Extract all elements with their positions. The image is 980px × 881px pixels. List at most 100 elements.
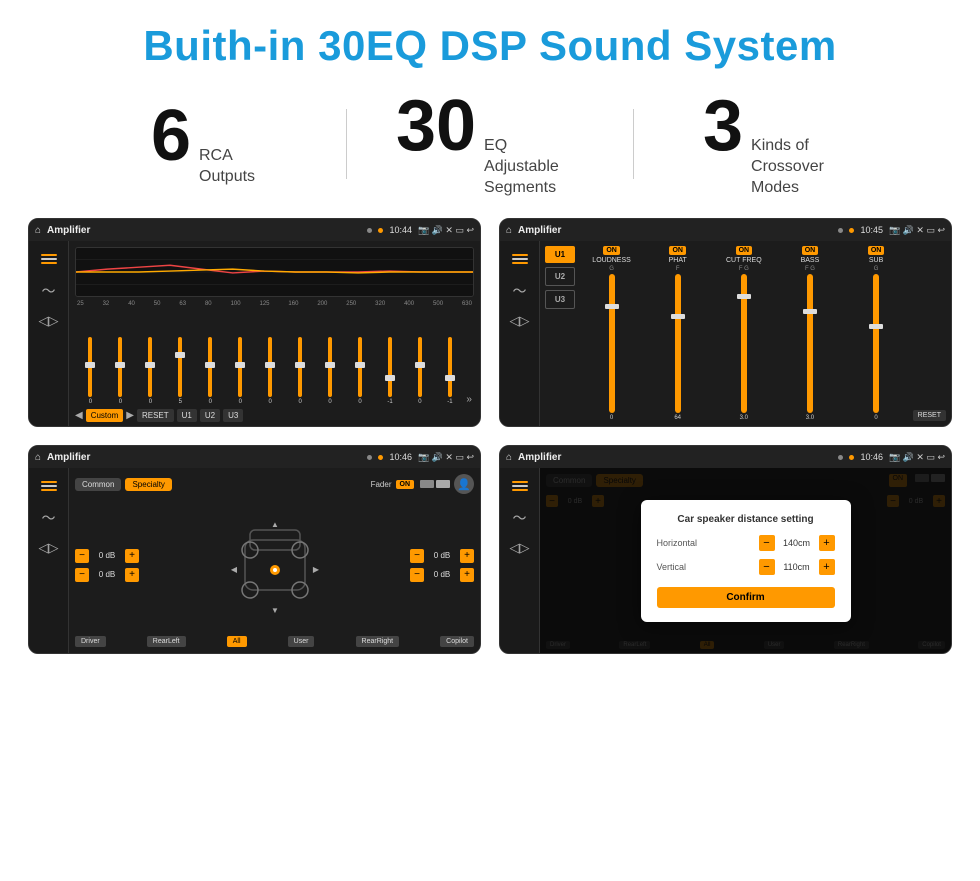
cross-preset-u2[interactable]: U2 <box>545 267 575 286</box>
fader-minus-3[interactable]: − <box>410 549 424 563</box>
cross-name-cutfreq: CUT FREQ <box>726 257 762 264</box>
cross-on-phat[interactable]: ON <box>669 246 686 255</box>
stat-crossover-number: 3 <box>703 90 743 162</box>
svg-text:◀: ◀ <box>230 565 237 574</box>
eq-slider-10[interactable]: -1 <box>377 337 404 405</box>
fader-tab-common[interactable]: Common <box>75 478 121 491</box>
fader-wave-icon[interactable]: 〜 <box>42 508 56 528</box>
dist-topbar-time: 10:46 <box>860 452 883 462</box>
cross-on-bass[interactable]: ON <box>802 246 819 255</box>
eq-tune-icon[interactable] <box>37 249 61 269</box>
cross-on-cutfreq[interactable]: ON <box>736 246 753 255</box>
fader-tab-specialty[interactable]: Specialty <box>125 478 171 491</box>
eq-more-icon[interactable]: » <box>466 394 472 405</box>
dist-home-icon[interactable]: ⌂ <box>506 452 512 463</box>
car-diagram: ▲ ▼ ◀ ▶ <box>230 515 320 615</box>
fader-db-row-4: − 0 dB + <box>410 568 474 582</box>
cross-preset-u1[interactable]: U1 <box>545 246 575 263</box>
fader-speaker-icon[interactable]: ◁▷ <box>39 540 59 556</box>
fader-minus-2[interactable]: − <box>75 568 89 582</box>
fader-rearright-btn[interactable]: RearRight <box>356 636 400 647</box>
cross-slider-cutfreq[interactable] <box>741 274 747 413</box>
eq-slider-0[interactable]: 0 <box>77 337 104 405</box>
dialog-vertical-minus[interactable]: − <box>759 559 775 575</box>
fader-minus-4[interactable]: − <box>410 568 424 582</box>
fader-plus-3[interactable]: + <box>460 549 474 563</box>
eq-screen-panel: ⌂ Amplifier 10:44 📷 🔊 ✕ ▭ ↩ 〜 ◁▷ <box>28 218 481 427</box>
eq-prev-icon[interactable]: ◀ <box>75 410 83 421</box>
cross-slider-phat[interactable] <box>675 274 681 413</box>
cross-slider-loudness[interactable] <box>609 274 615 413</box>
fader-left-controls: − 0 dB + − 0 dB + <box>75 498 139 632</box>
dist-wave-icon[interactable]: 〜 <box>513 508 527 528</box>
svg-text:▶: ▶ <box>312 565 319 574</box>
cross-topbar-time: 10:45 <box>860 225 883 235</box>
fader-tune-icon[interactable] <box>37 476 61 496</box>
eq-slider-5[interactable]: 0 <box>227 337 254 405</box>
fader-plus-2[interactable]: + <box>125 568 139 582</box>
cross-slider-bass[interactable] <box>807 274 813 413</box>
eq-slider-6[interactable]: 0 <box>257 337 284 405</box>
cross-on-sub[interactable]: ON <box>868 246 885 255</box>
fader-driver-btn[interactable]: Driver <box>75 636 106 647</box>
cross-tune-icon[interactable] <box>508 249 532 269</box>
fader-rearleft-btn[interactable]: RearLeft <box>147 636 186 647</box>
fader-all-btn[interactable]: All <box>227 636 247 647</box>
cross-screen-content: 〜 ◁▷ U1 U2 U3 ON LOUDNESS <box>500 241 951 426</box>
cross-ch-sub: ON SUB G 0 <box>845 246 908 421</box>
dialog-horizontal-minus[interactable]: − <box>759 535 775 551</box>
fader-on-badge[interactable]: ON <box>396 480 415 489</box>
crossover-screen-panel: ⌂ Amplifier 10:45 📷 🔊 ✕ ▭ ↩ 〜 ◁▷ U1 U2 U… <box>499 218 952 427</box>
eq-main-area: 25 32 40 50 63 80 100 125 160 200 250 32… <box>69 241 480 426</box>
eq-slider-3[interactable]: 5 <box>167 337 194 405</box>
eq-slider-11[interactable]: 0 <box>406 337 433 405</box>
fader-user-btn[interactable]: User <box>288 636 315 647</box>
cross-wave-icon[interactable]: 〜 <box>513 281 527 301</box>
cross-home-icon[interactable]: ⌂ <box>506 225 512 236</box>
dist-speaker-icon[interactable]: ◁▷ <box>510 540 530 556</box>
dist-tune-icon[interactable] <box>508 476 532 496</box>
home-icon[interactable]: ⌂ <box>35 225 41 236</box>
cross-speaker-icon[interactable]: ◁▷ <box>510 313 530 329</box>
speaker-icon[interactable]: ◁▷ <box>39 313 59 329</box>
topbar-icons: 📷 🔊 ✕ ▭ ↩ <box>418 225 474 236</box>
distance-main-area: Common Specialty ON − 0 dB + <box>540 468 951 653</box>
fader-plus-4[interactable]: + <box>460 568 474 582</box>
eq-next-icon[interactable]: ▶ <box>126 410 134 421</box>
eq-u3-btn[interactable]: U3 <box>223 409 243 422</box>
eq-slider-4[interactable]: 0 <box>197 337 224 405</box>
eq-slider-12[interactable]: -1 <box>436 337 463 405</box>
eq-slider-1[interactable]: 0 <box>107 337 134 405</box>
fader-home-icon[interactable]: ⌂ <box>35 452 41 463</box>
fader-tabs: Common Specialty Fader ON 👤 <box>75 474 474 494</box>
eq-slider-9[interactable]: 0 <box>347 337 374 405</box>
wave-icon[interactable]: 〜 <box>42 281 56 301</box>
dist-topbar-title: Amplifier <box>518 452 561 463</box>
eq-slider-2[interactable]: 0 <box>137 337 164 405</box>
eq-topbar-title: Amplifier <box>47 225 90 236</box>
eq-slider-7[interactable]: 0 <box>287 337 314 405</box>
dialog-confirm-button[interactable]: Confirm <box>657 587 835 608</box>
eq-slider-8[interactable]: 0 <box>317 337 344 405</box>
dialog-horizontal-plus[interactable]: + <box>819 535 835 551</box>
cross-slider-sub[interactable] <box>873 274 879 413</box>
cross-reset-btn[interactable]: RESET <box>913 410 946 421</box>
fader-copilot-btn[interactable]: Copilot <box>440 636 474 647</box>
cross-topbar-title: Amplifier <box>518 225 561 236</box>
eq-custom-btn[interactable]: Custom <box>86 409 124 422</box>
cross-on-loudness[interactable]: ON <box>603 246 620 255</box>
dialog-vertical-value: 110cm <box>778 562 816 572</box>
cross-preset-u3[interactable]: U3 <box>545 290 575 309</box>
fader-minus-1[interactable]: − <box>75 549 89 563</box>
fader-avatar: 👤 <box>454 474 474 494</box>
fader-status-active <box>378 455 383 460</box>
fader-plus-1[interactable]: + <box>125 549 139 563</box>
stat-crossover-desc: Kinds of Crossover Modes <box>751 136 851 198</box>
cross-presets: U1 U2 U3 <box>545 246 575 421</box>
fader-label: Fader <box>371 480 392 489</box>
eq-reset-btn[interactable]: RESET <box>137 409 174 422</box>
eq-u2-btn[interactable]: U2 <box>200 409 220 422</box>
dialog-vertical-plus[interactable]: + <box>819 559 835 575</box>
eq-u1-btn[interactable]: U1 <box>177 409 197 422</box>
distance-screen-panel: ⌂ Amplifier 10:46 📷 🔊 ✕ ▭ ↩ 〜 ◁▷ Common … <box>499 445 952 654</box>
